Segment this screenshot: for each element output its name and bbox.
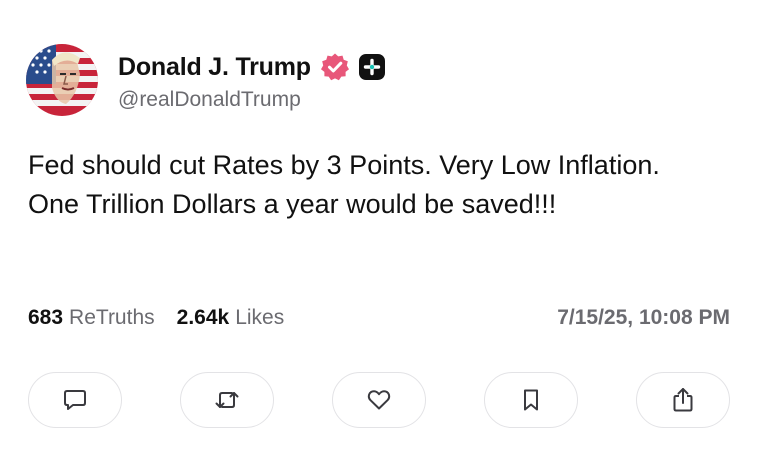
like-button[interactable] <box>332 372 426 428</box>
verified-badge-icon <box>320 52 350 82</box>
retruths-count[interactable]: 683 <box>28 306 63 330</box>
share-icon <box>673 388 693 412</box>
author-handle[interactable]: @realDonaldTrump <box>118 88 301 112</box>
avatar[interactable] <box>26 44 98 116</box>
post-card: Donald J. Trump @realDonaldTrump Fed sho… <box>0 0 760 457</box>
flag-portrait-avatar-icon <box>26 44 98 116</box>
comment-icon <box>64 390 86 410</box>
plus-badge-icon <box>358 53 386 81</box>
share-button[interactable] <box>636 372 730 428</box>
likes-label[interactable]: Likes <box>235 306 284 330</box>
heart-icon <box>367 390 391 410</box>
likes-count[interactable]: 2.64k <box>177 306 230 330</box>
author-name-row: Donald J. Trump <box>118 50 386 84</box>
retruth-button[interactable] <box>180 372 274 428</box>
action-bar <box>28 372 732 430</box>
bookmark-button[interactable] <box>484 372 578 428</box>
post-text: Fed should cut Rates by 3 Points. Very L… <box>28 150 660 219</box>
reply-button[interactable] <box>28 372 122 428</box>
repost-icon <box>215 392 239 408</box>
post-timestamp: 7/15/25, 10:08 PM <box>557 306 730 329</box>
post-stats: 683 ReTruths 2.64k Likes <box>28 306 284 330</box>
author-display-name[interactable]: Donald J. Trump <box>118 53 311 82</box>
retruths-label[interactable]: ReTruths <box>69 306 155 330</box>
bookmark-icon <box>524 389 538 411</box>
